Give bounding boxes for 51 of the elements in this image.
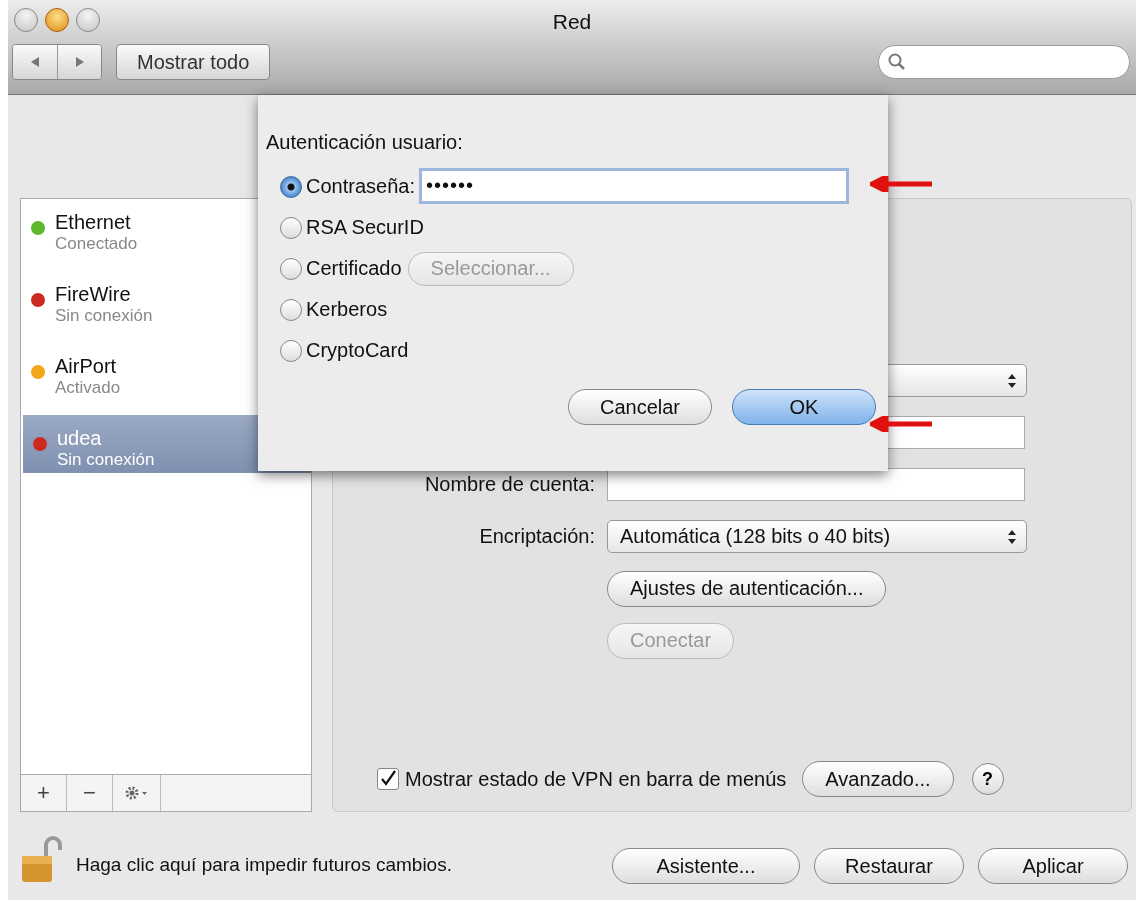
radio-button[interactable] [280,339,302,362]
dialog-button[interactable]: Cancelar [568,389,712,425]
checkbox[interactable] [377,768,399,790]
show-all-button[interactable]: Mostrar todo [116,44,271,80]
radio-button[interactable] [280,216,302,239]
password-field[interactable]: •••••• [418,167,849,204]
arrow-annotation [870,176,932,192]
footer-button[interactable]: Restaurar [814,848,964,884]
checkmark-icon [379,770,397,788]
arrow-annotation [870,416,932,432]
option-label: Certificado [306,257,402,280]
service-name: udea [57,427,103,450]
forward-button[interactable] [57,45,101,79]
option-label: RSA SecurID [306,216,424,239]
search-icon [887,52,907,72]
service-name: AirPort [55,355,118,378]
search-field[interactable] [878,45,1130,79]
popup-button[interactable]: Automática (128 bits o 40 bits) [607,520,1027,553]
service-status: Conectado [55,234,138,254]
radio-button[interactable] [280,175,302,198]
minimize-button[interactable] [45,8,69,32]
radio-button[interactable] [280,298,302,321]
field-label: Nombre de cuenta: [423,473,595,496]
close-button[interactable] [14,8,38,32]
back-button[interactable] [13,45,57,79]
advanced-button[interactable]: Avanzado... [802,761,954,797]
padlock-icon [20,836,64,884]
remove-button[interactable]: − [67,775,113,811]
action-button[interactable]: Ajustes de autenticación... [607,570,887,607]
dialog-title: Autenticación usuario: [266,131,464,154]
service-status: Sin conexión [55,306,153,326]
option-label: Kerberos [306,298,388,321]
add-button[interactable]: + [21,775,67,811]
footer-button[interactable]: Aplicar [978,848,1128,884]
dialog-button[interactable]: OK [732,389,876,425]
service-name: FireWire [55,283,132,306]
service-status: Sin conexión [57,450,155,470]
option-label: CryptoCard [306,339,409,362]
gear-icon [123,785,150,801]
help-button[interactable]: ? [971,763,1004,795]
service-status: Activado [55,378,121,398]
window-title: Red [552,10,592,34]
service-name: Ethernet [55,211,132,234]
option-label: Contraseña: [306,175,415,198]
field-label: Encriptación: [478,525,595,548]
checkbox-label: Mostrar estado de VPN en barra de menús [405,767,787,791]
footer-button[interactable]: Asistente... [612,848,800,884]
zoom-button[interactable] [76,8,100,32]
radio-button[interactable] [280,257,302,280]
text-field[interactable] [607,468,1025,501]
lock-message: Haga clic aquí para impedir futuros cambios. [76,854,452,876]
